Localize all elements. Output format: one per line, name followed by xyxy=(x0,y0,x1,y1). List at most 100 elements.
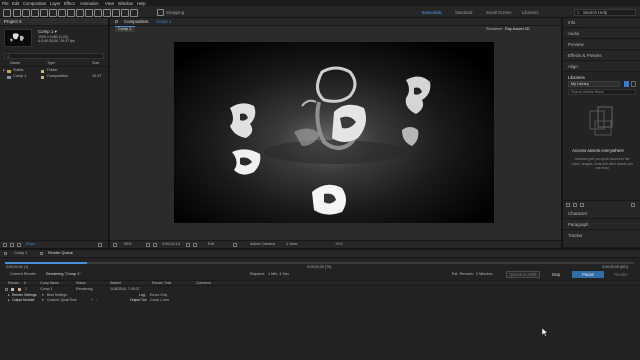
label-color-swatch[interactable] xyxy=(41,69,44,73)
selection-tool-icon[interactable] xyxy=(13,8,21,17)
pen-tool-icon[interactable] xyxy=(76,8,84,17)
sync-icon[interactable] xyxy=(580,203,584,207)
expand-arrow-icon[interactable]: ▸ xyxy=(8,293,10,297)
render-checkbox[interactable] xyxy=(11,288,14,291)
column-render[interactable]: Render xyxy=(8,281,19,285)
chevron-down-icon[interactable]: ▾ xyxy=(42,293,44,297)
column-size[interactable]: Size xyxy=(92,61,99,66)
puppet-pin-icon[interactable] xyxy=(130,8,138,17)
column-name[interactable]: Name xyxy=(10,61,20,66)
clone-tool-icon[interactable] xyxy=(103,8,111,17)
info-panel[interactable]: Info xyxy=(563,18,640,28)
label-color-swatch[interactable] xyxy=(41,75,44,79)
camera-tool-icon[interactable] xyxy=(49,8,57,17)
column-comment[interactable]: Comment xyxy=(196,281,211,285)
list-view-icon[interactable] xyxy=(631,81,636,87)
column-started[interactable]: Started xyxy=(110,281,121,285)
type-tool-icon[interactable] xyxy=(85,8,93,17)
tracker-panel[interactable]: Tracker xyxy=(563,231,640,248)
expand-arrow-icon[interactable]: ▸ xyxy=(8,298,10,302)
snapping-checkbox[interactable] xyxy=(157,8,164,16)
library-dropdown[interactable]: My Library xyxy=(568,81,620,87)
add-content-icon[interactable] xyxy=(566,203,570,207)
resolution-grid-icon[interactable] xyxy=(146,243,150,247)
render-settings-value[interactable]: Best Settings xyxy=(47,293,67,297)
chevron-down-icon[interactable]: ▾ xyxy=(145,298,147,302)
tab-comp-1[interactable]: Comp 1 xyxy=(115,26,135,32)
stock-search-input[interactable]: Search Adobe Stock xyxy=(568,89,636,95)
snapshot-icon[interactable] xyxy=(186,243,190,247)
log-value[interactable]: Errors Only xyxy=(150,293,167,297)
bpc-toggle[interactable]: 8 bpc xyxy=(26,242,35,247)
camera-dropdown[interactable]: Active Camera xyxy=(250,242,275,247)
brush-tool-icon[interactable] xyxy=(94,8,102,17)
workspace-essentials[interactable]: Essentials xyxy=(422,10,442,15)
output-module-value[interactable]: Custom: QuickTime xyxy=(47,298,77,302)
output-to-value[interactable]: Comp 1.mov xyxy=(150,298,169,302)
project-item-row[interactable]: Comp 1 Composition 29.97 xyxy=(0,74,108,80)
expand-arrow-icon[interactable] xyxy=(5,288,8,291)
remove-output-icon[interactable]: − xyxy=(96,298,98,302)
grid-view-icon[interactable] xyxy=(624,81,629,87)
exposure-value[interactable]: +0.0 xyxy=(335,242,343,247)
lock-icon[interactable] xyxy=(115,20,118,23)
workspace-standard[interactable]: Standard xyxy=(455,10,472,15)
views-dropdown[interactable]: 1 View xyxy=(286,242,297,247)
add-output-icon[interactable]: + xyxy=(91,298,93,302)
audio-panel[interactable]: Audio xyxy=(563,29,640,39)
current-time-display[interactable]: 0;00;02;14 xyxy=(162,242,180,247)
pan-behind-tool-icon[interactable] xyxy=(58,8,66,17)
workspace-small-screen[interactable]: Small Screen xyxy=(486,10,512,15)
mask-visibility-icon[interactable] xyxy=(153,243,157,247)
preview-panel[interactable]: Preview xyxy=(563,40,640,50)
eraser-tool-icon[interactable] xyxy=(112,8,120,17)
pause-button[interactable]: Pause xyxy=(572,271,604,278)
column-number[interactable]: # xyxy=(24,281,26,285)
render-button[interactable]: Render xyxy=(608,271,634,278)
label-color-swatch[interactable] xyxy=(18,288,21,291)
tab-render-queue[interactable]: Render Queue xyxy=(48,251,73,256)
column-type[interactable]: Type xyxy=(47,61,55,66)
current-render-toggle[interactable]: Current Render xyxy=(10,272,36,277)
column-comp-name[interactable]: Comp Name xyxy=(40,281,59,285)
composition-viewer[interactable] xyxy=(174,42,494,223)
character-panel[interactable]: Character xyxy=(563,209,640,219)
chevron-down-icon[interactable]: ▾ xyxy=(42,298,44,302)
workspace-libraries[interactable]: Libraries xyxy=(522,10,538,15)
project-panel-title[interactable]: Project ≡ xyxy=(4,19,21,24)
hand-tool-icon[interactable] xyxy=(22,8,30,17)
always-preview-icon[interactable] xyxy=(113,243,117,247)
tab-comp-1-timeline[interactable]: Comp 1 xyxy=(14,251,27,256)
project-search-input[interactable]: ⌕ xyxy=(4,53,104,59)
composition-name-link[interactable]: Comp 1 xyxy=(156,19,171,24)
align-panel[interactable]: Align xyxy=(563,62,640,72)
magnification-dropdown[interactable]: 50% xyxy=(124,242,132,247)
column-render-time[interactable]: Render Time xyxy=(152,281,171,285)
close-icon[interactable] xyxy=(4,252,7,255)
trash-icon[interactable] xyxy=(98,243,102,247)
effects-presets-panel[interactable]: Effects & Presets xyxy=(563,51,640,61)
queue-in-ame-button[interactable]: Queue in AME xyxy=(506,271,540,278)
show-channel-icon[interactable] xyxy=(193,243,197,247)
paragraph-panel[interactable]: Paragraph xyxy=(563,220,640,230)
home-icon[interactable] xyxy=(3,8,11,17)
trash-icon[interactable] xyxy=(631,203,635,207)
libraries-title[interactable]: Libraries xyxy=(568,75,585,80)
column-status[interactable]: Status xyxy=(76,281,86,285)
mask-tool-icon[interactable] xyxy=(67,8,75,17)
add-graphic-icon[interactable] xyxy=(573,203,577,207)
renderer-value[interactable]: Ray-traced 3D xyxy=(505,27,529,32)
resolution-dropdown[interactable]: Full xyxy=(208,242,214,247)
stop-button[interactable]: Stop xyxy=(546,271,566,278)
expand-arrow-icon[interactable]: ▸ xyxy=(3,68,5,73)
zoom-tool-icon[interactable] xyxy=(31,8,39,17)
new-composition-icon[interactable] xyxy=(17,243,21,247)
new-folder-icon[interactable] xyxy=(10,243,14,247)
region-of-interest-icon[interactable] xyxy=(233,243,237,247)
interpret-footage-icon[interactable] xyxy=(3,243,7,247)
roto-brush-icon[interactable] xyxy=(121,8,129,17)
close-icon[interactable] xyxy=(40,252,43,255)
composition-panel-title[interactable]: Composition xyxy=(124,19,148,24)
help-search-input[interactable]: ⌕ Search Help xyxy=(574,9,636,16)
rotate-tool-icon[interactable] xyxy=(40,8,48,17)
